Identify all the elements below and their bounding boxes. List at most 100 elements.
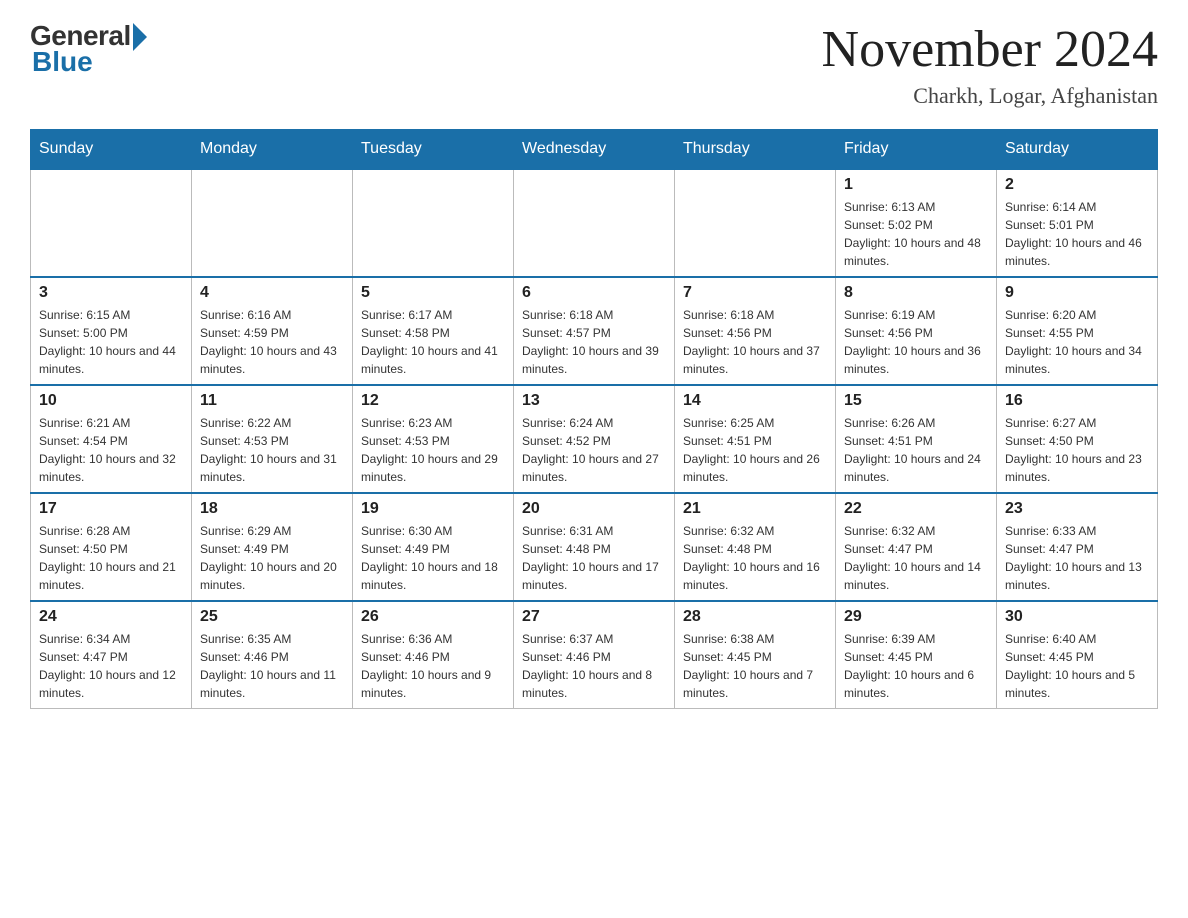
table-row: 4 Sunrise: 6:16 AMSunset: 4:59 PMDaylight… bbox=[192, 277, 353, 385]
day-number: 21 bbox=[683, 500, 827, 518]
table-row: 21Sunrise: 6:32 AMSunset: 4:48 PMDayligh… bbox=[675, 493, 836, 601]
calendar-week-row: 3 Sunrise: 6:15 AMSunset: 5:00 PMDaylight… bbox=[31, 277, 1158, 385]
table-row: 15 Sunrise: 6:26 AMSunset: 4:51 PMDayligh… bbox=[836, 385, 997, 493]
calendar-week-row: 1 Sunrise: 6:13 AMSunset: 5:02 PMDaylight… bbox=[31, 169, 1158, 277]
logo-arrow-icon bbox=[133, 23, 147, 51]
day-number: 20 bbox=[522, 500, 666, 518]
calendar-table: Sunday Monday Tuesday Wednesday Thursday… bbox=[30, 129, 1158, 709]
day-number: 23 bbox=[1005, 500, 1149, 518]
day-info: Sunrise: 6:40 AMSunset: 4:45 PMDaylight:… bbox=[1005, 630, 1149, 702]
day-info: Sunrise: 6:20 AMSunset: 4:55 PMDaylight:… bbox=[1005, 306, 1149, 378]
day-number: 18 bbox=[200, 500, 344, 518]
table-row: 8 Sunrise: 6:19 AMSunset: 4:56 PMDaylight… bbox=[836, 277, 997, 385]
table-row: 30 Sunrise: 6:40 AMSunset: 4:45 PMDayligh… bbox=[997, 601, 1158, 709]
calendar-week-row: 10 Sunrise: 6:21 AMSunset: 4:54 PMDayligh… bbox=[31, 385, 1158, 493]
day-number: 26 bbox=[361, 608, 505, 626]
day-info: Sunrise: 6:19 AMSunset: 4:56 PMDaylight:… bbox=[844, 306, 988, 378]
table-row: 11 Sunrise: 6:22 AMSunset: 4:53 PMDayligh… bbox=[192, 385, 353, 493]
day-number: 28 bbox=[683, 608, 827, 626]
day-info: Sunrise: 6:25 AMSunset: 4:51 PMDaylight:… bbox=[683, 414, 827, 486]
table-row: 24 Sunrise: 6:34 AMSunset: 4:47 PMDayligh… bbox=[31, 601, 192, 709]
table-row: 16Sunrise: 6:27 AMSunset: 4:50 PMDayligh… bbox=[997, 385, 1158, 493]
day-info: Sunrise: 6:36 AMSunset: 4:46 PMDaylight:… bbox=[361, 630, 505, 702]
day-info: Sunrise: 6:22 AMSunset: 4:53 PMDaylight:… bbox=[200, 414, 344, 486]
day-number: 4 bbox=[200, 284, 344, 302]
day-number: 19 bbox=[361, 500, 505, 518]
day-number: 7 bbox=[683, 284, 827, 302]
logo: General Blue bbox=[30, 20, 147, 78]
day-number: 29 bbox=[844, 608, 988, 626]
table-row: 2 Sunrise: 6:14 AMSunset: 5:01 PMDaylight… bbox=[997, 169, 1158, 277]
day-number: 27 bbox=[522, 608, 666, 626]
table-row: 6 Sunrise: 6:18 AMSunset: 4:57 PMDaylight… bbox=[514, 277, 675, 385]
day-info: Sunrise: 6:35 AMSunset: 4:46 PMDaylight:… bbox=[200, 630, 344, 702]
table-row bbox=[31, 169, 192, 277]
day-info: Sunrise: 6:13 AMSunset: 5:02 PMDaylight:… bbox=[844, 198, 988, 270]
table-row bbox=[353, 169, 514, 277]
day-number: 25 bbox=[200, 608, 344, 626]
table-row bbox=[514, 169, 675, 277]
table-row: 7 Sunrise: 6:18 AMSunset: 4:56 PMDaylight… bbox=[675, 277, 836, 385]
day-info: Sunrise: 6:26 AMSunset: 4:51 PMDaylight:… bbox=[844, 414, 988, 486]
table-row: 10 Sunrise: 6:21 AMSunset: 4:54 PMDayligh… bbox=[31, 385, 192, 493]
day-info: Sunrise: 6:24 AMSunset: 4:52 PMDaylight:… bbox=[522, 414, 666, 486]
day-info: Sunrise: 6:15 AMSunset: 5:00 PMDaylight:… bbox=[39, 306, 183, 378]
day-number: 9 bbox=[1005, 284, 1149, 302]
calendar-header-row: Sunday Monday Tuesday Wednesday Thursday… bbox=[31, 130, 1158, 170]
day-info: Sunrise: 6:30 AMSunset: 4:49 PMDaylight:… bbox=[361, 522, 505, 594]
day-info: Sunrise: 6:37 AMSunset: 4:46 PMDaylight:… bbox=[522, 630, 666, 702]
day-number: 11 bbox=[200, 392, 344, 410]
day-info: Sunrise: 6:29 AMSunset: 4:49 PMDaylight:… bbox=[200, 522, 344, 594]
col-sunday: Sunday bbox=[31, 130, 192, 170]
location-title: Charkh, Logar, Afghanistan bbox=[822, 83, 1158, 109]
table-row: 19 Sunrise: 6:30 AMSunset: 4:49 PMDayligh… bbox=[353, 493, 514, 601]
table-row: 22Sunrise: 6:32 AMSunset: 4:47 PMDayligh… bbox=[836, 493, 997, 601]
day-number: 16 bbox=[1005, 392, 1149, 410]
day-number: 2 bbox=[1005, 176, 1149, 194]
table-row: 27 Sunrise: 6:37 AMSunset: 4:46 PMDayligh… bbox=[514, 601, 675, 709]
day-info: Sunrise: 6:14 AMSunset: 5:01 PMDaylight:… bbox=[1005, 198, 1149, 270]
col-monday: Monday bbox=[192, 130, 353, 170]
col-saturday: Saturday bbox=[997, 130, 1158, 170]
title-section: November 2024 Charkh, Logar, Afghanistan bbox=[822, 20, 1158, 109]
day-number: 10 bbox=[39, 392, 183, 410]
col-thursday: Thursday bbox=[675, 130, 836, 170]
day-info: Sunrise: 6:18 AMSunset: 4:57 PMDaylight:… bbox=[522, 306, 666, 378]
day-info: Sunrise: 6:39 AMSunset: 4:45 PMDaylight:… bbox=[844, 630, 988, 702]
day-number: 12 bbox=[361, 392, 505, 410]
day-number: 15 bbox=[844, 392, 988, 410]
table-row: 9 Sunrise: 6:20 AMSunset: 4:55 PMDaylight… bbox=[997, 277, 1158, 385]
day-info: Sunrise: 6:31 AMSunset: 4:48 PMDaylight:… bbox=[522, 522, 666, 594]
table-row: 17Sunrise: 6:28 AMSunset: 4:50 PMDayligh… bbox=[31, 493, 192, 601]
table-row: 20 Sunrise: 6:31 AMSunset: 4:48 PMDayligh… bbox=[514, 493, 675, 601]
table-row: 12 Sunrise: 6:23 AMSunset: 4:53 PMDayligh… bbox=[353, 385, 514, 493]
page-header: General Blue November 2024 Charkh, Logar… bbox=[30, 20, 1158, 109]
table-row: 26 Sunrise: 6:36 AMSunset: 4:46 PMDayligh… bbox=[353, 601, 514, 709]
day-info: Sunrise: 6:34 AMSunset: 4:47 PMDaylight:… bbox=[39, 630, 183, 702]
col-friday: Friday bbox=[836, 130, 997, 170]
day-info: Sunrise: 6:18 AMSunset: 4:56 PMDaylight:… bbox=[683, 306, 827, 378]
day-number: 8 bbox=[844, 284, 988, 302]
table-row: 3 Sunrise: 6:15 AMSunset: 5:00 PMDaylight… bbox=[31, 277, 192, 385]
day-number: 13 bbox=[522, 392, 666, 410]
col-tuesday: Tuesday bbox=[353, 130, 514, 170]
day-info: Sunrise: 6:17 AMSunset: 4:58 PMDaylight:… bbox=[361, 306, 505, 378]
day-info: Sunrise: 6:16 AMSunset: 4:59 PMDaylight:… bbox=[200, 306, 344, 378]
table-row: 29 Sunrise: 6:39 AMSunset: 4:45 PMDayligh… bbox=[836, 601, 997, 709]
calendar-week-row: 24 Sunrise: 6:34 AMSunset: 4:47 PMDayligh… bbox=[31, 601, 1158, 709]
day-number: 3 bbox=[39, 284, 183, 302]
table-row: 5Sunrise: 6:17 AMSunset: 4:58 PMDaylight… bbox=[353, 277, 514, 385]
day-number: 1 bbox=[844, 176, 988, 194]
calendar-week-row: 17Sunrise: 6:28 AMSunset: 4:50 PMDayligh… bbox=[31, 493, 1158, 601]
day-number: 17 bbox=[39, 500, 183, 518]
table-row: 18 Sunrise: 6:29 AMSunset: 4:49 PMDayligh… bbox=[192, 493, 353, 601]
day-number: 24 bbox=[39, 608, 183, 626]
day-info: Sunrise: 6:23 AMSunset: 4:53 PMDaylight:… bbox=[361, 414, 505, 486]
day-number: 30 bbox=[1005, 608, 1149, 626]
day-info: Sunrise: 6:21 AMSunset: 4:54 PMDaylight:… bbox=[39, 414, 183, 486]
day-number: 14 bbox=[683, 392, 827, 410]
logo-blue-text: Blue bbox=[32, 46, 93, 78]
day-number: 6 bbox=[522, 284, 666, 302]
month-title: November 2024 bbox=[822, 20, 1158, 79]
day-info: Sunrise: 6:32 AMSunset: 4:47 PMDaylight:… bbox=[844, 522, 988, 594]
